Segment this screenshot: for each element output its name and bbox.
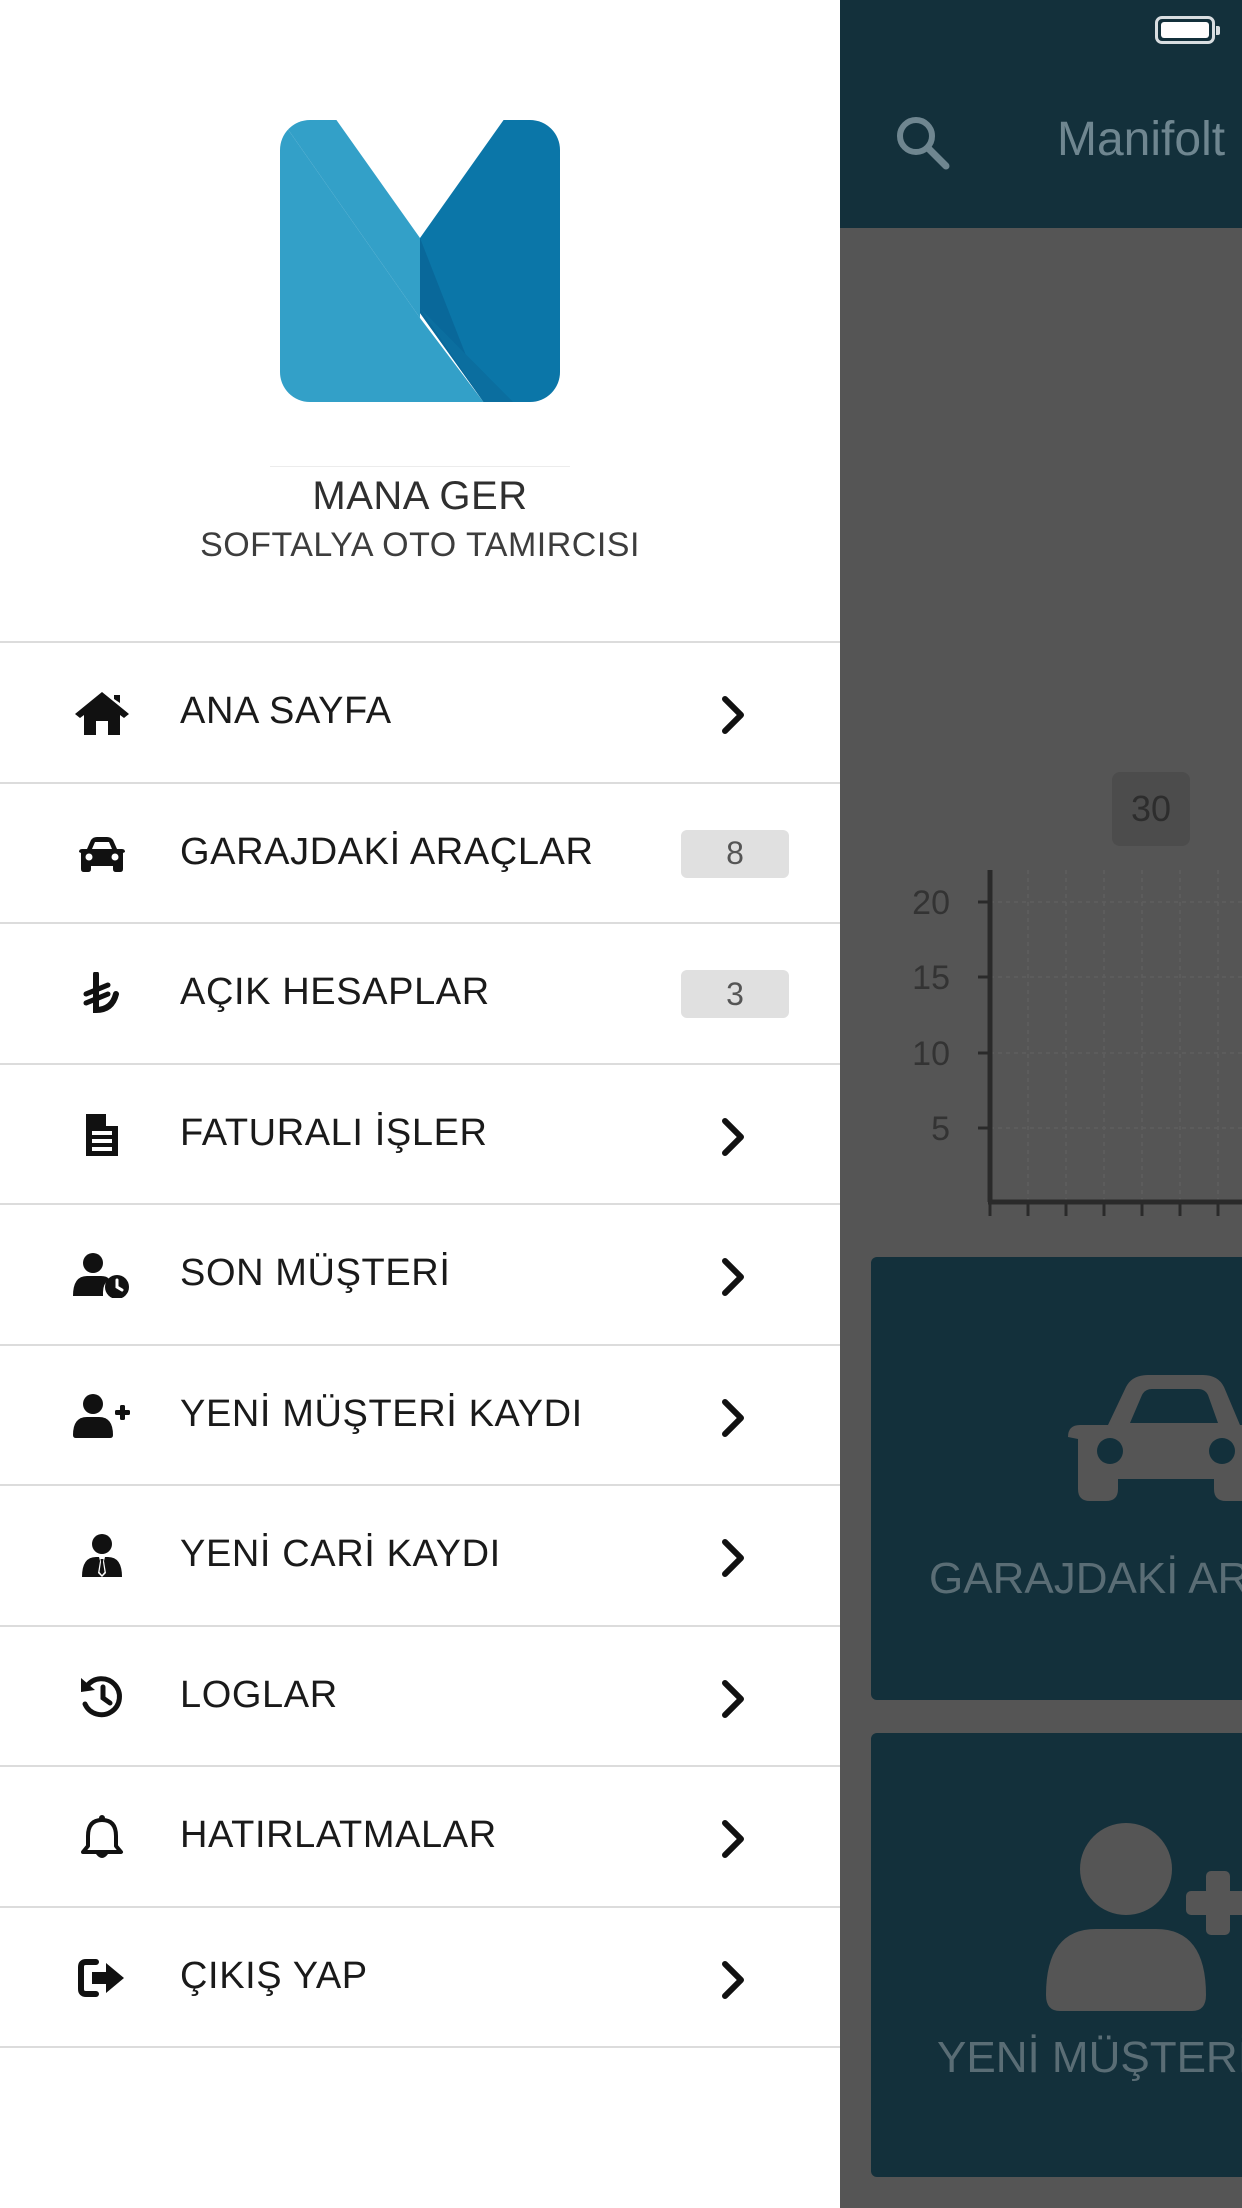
y-tick-label: 15 <box>912 959 950 997</box>
navigation-drawer: MANA GER SOFTALYA OTO TAMIRCISI ANA SAYF… <box>0 0 840 2208</box>
y-tick-label: 10 <box>912 1035 950 1073</box>
profile-company: SOFTALYA OTO TAMIRCISI <box>200 526 640 564</box>
battery-icon <box>1155 16 1220 44</box>
menu-item-logout[interactable]: ÇIKIŞ YAP <box>0 1908 840 2048</box>
menu-item-label: ÇIKIŞ YAP <box>180 1954 368 1997</box>
chevron-right-icon <box>722 1398 744 1437</box>
drawer-menu: ANA SAYFA GARAJDAKİ ARAÇLAR 8 AÇIK HESAP… <box>0 641 840 2048</box>
chevron-right-icon <box>722 1539 744 1577</box>
sign-out-icon <box>72 1954 132 2002</box>
chevron-right-icon <box>722 1258 744 1296</box>
menu-item-label: GARAJDAKİ ARAÇLAR <box>180 830 594 873</box>
chart-grid <box>989 870 1242 1200</box>
menu-item-label: HATIRLATMALAR <box>180 1814 497 1856</box>
chart-tooltip: 30 <box>1112 772 1190 846</box>
menu-item-label: SON MÜŞTERİ <box>180 1252 451 1294</box>
history-icon <box>72 1673 132 1721</box>
chevron-right-icon <box>722 1679 744 1718</box>
menu-item-label: YENİ MÜŞTERİ KAYDI <box>180 1392 583 1435</box>
menu-item-open-accounts[interactable]: AÇIK HESAPLAR 3 <box>0 924 840 1065</box>
menu-item-home[interactable]: ANA SAYFA <box>0 643 840 784</box>
car-icon <box>1068 1375 1242 1501</box>
bell-icon <box>72 1813 132 1861</box>
user-plus-icon <box>1046 1823 1242 2011</box>
invoice-icon <box>72 1111 132 1159</box>
chevron-right-icon <box>722 1117 744 1156</box>
menu-item-label: AÇIK HESAPLAR <box>180 971 490 1013</box>
menu-item-label: YENİ CARİ KAYDI <box>180 1533 501 1575</box>
user-plus-icon <box>72 1392 132 1440</box>
user-tie-icon <box>72 1532 132 1580</box>
app-logo <box>280 120 560 402</box>
tile-label: YENİ MÜŞTERİ KAYDI <box>937 2033 1242 2082</box>
menu-item-last-customer[interactable]: SON MÜŞTERİ <box>0 1205 840 1346</box>
menu-item-garage-vehicles[interactable]: GARAJDAKİ ARAÇLAR 8 <box>0 784 840 924</box>
home-icon <box>72 689 132 737</box>
user-clock-icon <box>72 1251 132 1299</box>
menu-item-invoiced-jobs[interactable]: FATURALI İŞLER <box>0 1065 840 1205</box>
menu-item-new-customer[interactable]: YENİ MÜŞTERİ KAYDI <box>0 1346 840 1486</box>
new-customer-tile[interactable]: YENİ MÜŞTERİ KAYDI <box>871 1733 1242 2177</box>
profile-name: MANA GER <box>312 474 528 518</box>
count-badge: 8 <box>681 829 789 878</box>
car-icon <box>72 830 132 878</box>
menu-item-label: LOGLAR <box>180 1673 338 1716</box>
menu-item-label: ANA SAYFA <box>180 690 392 732</box>
chevron-right-icon <box>722 1820 744 1858</box>
tile-label: GARAJDAKİ ARAÇLAR <box>929 1554 1242 1603</box>
menu-item-new-account[interactable]: YENİ CARİ KAYDI <box>0 1486 840 1627</box>
y-tick-label: 5 <box>931 1110 950 1148</box>
menu-item-reminders[interactable]: HATIRLATMALAR <box>0 1767 840 1908</box>
search-icon[interactable] <box>892 112 952 172</box>
app-title: Manifolt <box>1057 113 1226 166</box>
chevron-right-icon <box>722 696 744 734</box>
menu-item-label: FATURALI İŞLER <box>180 1111 488 1154</box>
chevron-right-icon <box>722 1960 744 1999</box>
count-badge: 3 <box>681 970 789 1018</box>
lira-icon <box>72 970 132 1018</box>
profile-divider <box>270 466 570 467</box>
garage-vehicles-tile[interactable]: GARAJDAKİ ARAÇLAR <box>871 1257 1242 1700</box>
menu-item-logs[interactable]: LOGLAR <box>0 1627 840 1767</box>
y-tick-label: 20 <box>912 884 950 922</box>
